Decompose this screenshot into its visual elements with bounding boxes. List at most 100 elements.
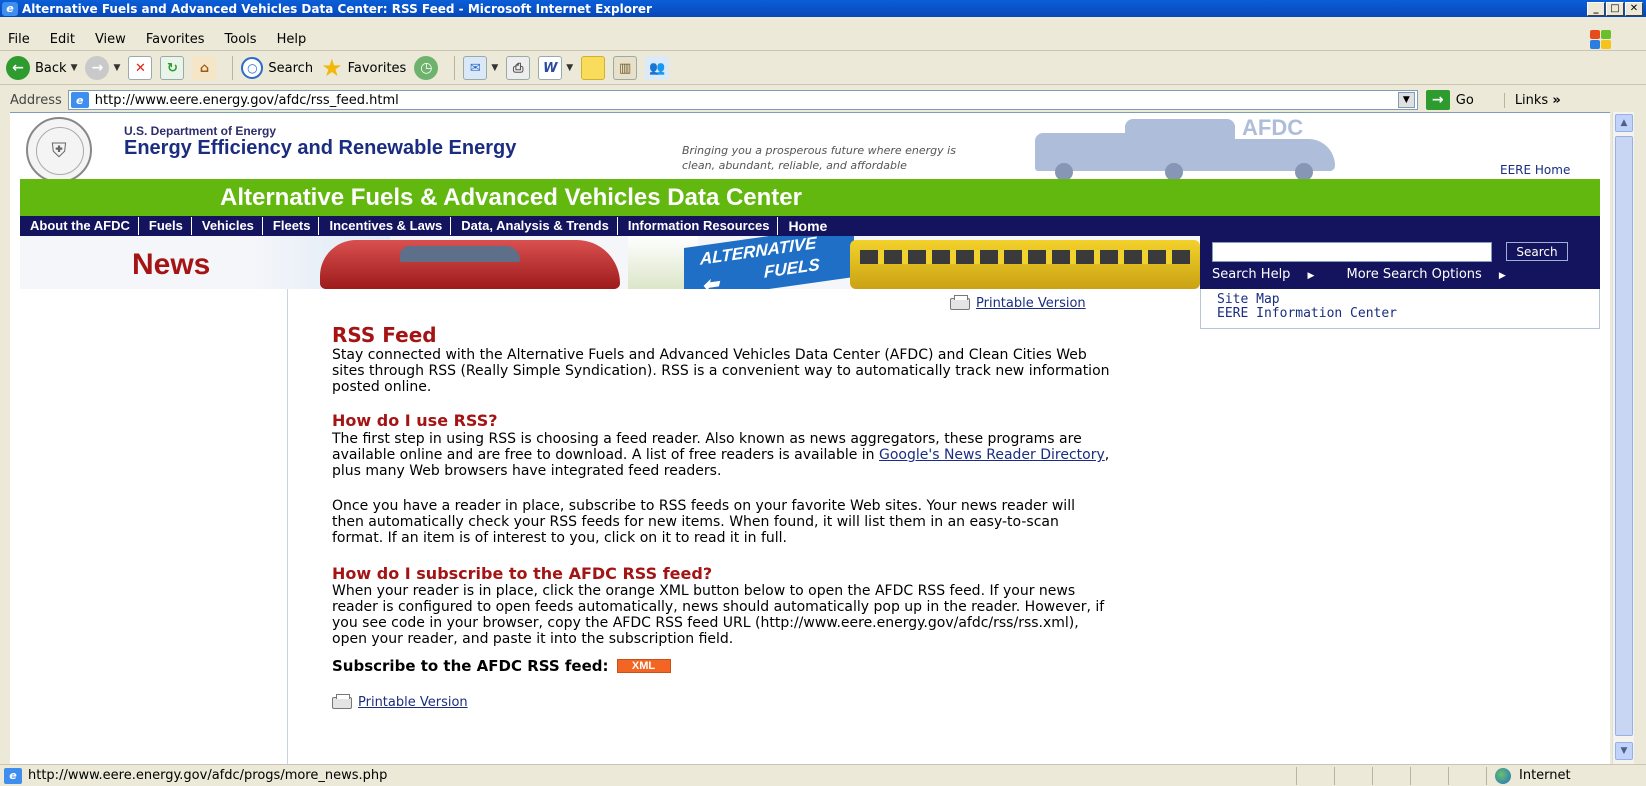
more-options-label: More Search Options <box>1346 267 1482 282</box>
section-title: News <box>132 248 211 281</box>
research-icon[interactable]: ▥ <box>613 56 638 80</box>
menu-favorites[interactable]: Favorites <box>138 32 217 47</box>
nav-about[interactable]: About the AFDC <box>20 217 139 235</box>
menu-bar: File Edit View Favorites Tools Help <box>0 28 1646 51</box>
search-button[interactable]: ○ Search <box>241 57 313 79</box>
menu-view[interactable]: View <box>87 32 138 47</box>
nav-fleets[interactable]: Fleets <box>263 217 320 235</box>
nav-home[interactable]: Home <box>778 217 836 235</box>
tagline-line: clean, abundant, reliable, and affordabl… <box>682 159 907 172</box>
nav-data[interactable]: Data, Analysis & Trends <box>451 217 618 235</box>
address-url[interactable]: http://www.eere.energy.gov/afdc/rss_feed… <box>95 93 1398 108</box>
site-map-link[interactable]: Site Map <box>1217 293 1599 307</box>
stop-icon[interactable]: ✕ <box>128 56 153 80</box>
toolbar: ← Back ▼ → ▼ ✕ ↻ ⌂ ○ Search ★ Favorites … <box>0 52 1646 85</box>
title-bar: e Alternative Fuels and Advanced Vehicle… <box>0 0 1646 17</box>
text-line: reader is configured to open feeds autom… <box>332 599 1105 615</box>
text-line: The first step in using RSS is choosing … <box>332 431 1082 447</box>
ie-logo-icon: e <box>2 1 18 16</box>
back-label: Back <box>35 60 67 76</box>
status-cell <box>1410 766 1448 785</box>
search-help-link[interactable]: Search Help ▶ <box>1212 267 1328 282</box>
news-banner: News ALTERNATIVE ⬅ FUELS <box>20 236 1200 289</box>
address-bar: Address e http://www.eere.energy.gov/afd… <box>0 88 1646 112</box>
refresh-icon[interactable]: ↻ <box>160 56 185 80</box>
scroll-down-arrow-icon[interactable]: ▼ <box>1615 742 1633 760</box>
globe-icon <box>1495 767 1511 784</box>
menu-tools[interactable]: Tools <box>217 32 269 47</box>
printable-version-link[interactable]: Printable Version <box>976 296 1086 311</box>
xml-feed-button[interactable]: XML <box>616 659 671 673</box>
google-news-reader-link[interactable]: Google's News Reader Directory <box>879 447 1105 463</box>
favorites-button[interactable]: ★ Favorites <box>321 56 406 80</box>
afdc-logo: AFDC <box>1242 115 1304 140</box>
go-arrow-icon: → <box>1425 90 1450 110</box>
print-icon[interactable]: ⎙ <box>506 56 531 80</box>
text-line: When your reader is in place, click the … <box>332 583 1076 599</box>
links-button[interactable]: Links » <box>1503 92 1561 108</box>
home-icon[interactable]: ⌂ <box>192 56 217 80</box>
edit-dropdown-icon[interactable]: ▼ <box>566 63 573 73</box>
address-input[interactable]: e http://www.eere.energy.gov/afdc/rss_fe… <box>67 90 1418 110</box>
address-dropdown-icon[interactable]: ▼ <box>1397 92 1415 108</box>
toolbar-separator <box>454 56 456 80</box>
text-line: available online and are free to downloa… <box>332 447 1462 463</box>
triangle-right-icon: ▶ <box>1498 271 1506 281</box>
more-search-options-link[interactable]: More Search Options ▶ <box>1347 267 1520 282</box>
back-dropdown-icon[interactable]: ▼ <box>71 63 78 73</box>
mail-button[interactable]: ✉ ▼ <box>463 56 498 80</box>
sign-arrow-icon: ⬅ <box>702 273 719 289</box>
page-icon: e <box>70 92 89 108</box>
left-column <box>20 289 288 764</box>
minimize-button[interactable]: _ <box>1587 1 1605 16</box>
eere-home-link[interactable]: EERE Home <box>1500 163 1570 177</box>
site-search-button[interactable]: Search <box>1506 242 1568 261</box>
text-line: format. If an item is of interest to you… <box>332 530 787 546</box>
vertical-scrollbar[interactable]: ▲ ▼ <box>1612 112 1634 764</box>
back-arrow-icon: ← <box>6 56 30 80</box>
edit-button[interactable]: W ▼ <box>538 56 573 80</box>
site-title[interactable]: Alternative Fuels & Advanced Vehicles Da… <box>220 184 802 212</box>
zone-label: Internet <box>1519 768 1571 783</box>
scroll-up-arrow-icon[interactable]: ▲ <box>1615 114 1633 132</box>
back-button[interactable]: ← Back ▼ <box>6 56 77 80</box>
site-search-input[interactable] <box>1212 242 1492 262</box>
search-help-label: Search Help <box>1212 267 1291 282</box>
scrollbar-thumb[interactable] <box>1615 136 1633 736</box>
search-links: Search Help ▶ More Search Options ▶ <box>1212 267 1534 282</box>
tagline-line: Bringing you a prosperous future where e… <box>682 144 956 157</box>
page-title: RSS Feed <box>332 323 437 347</box>
go-button[interactable]: → Go <box>1425 90 1474 110</box>
discuss-icon[interactable] <box>581 56 606 80</box>
nav-vehicles[interactable]: Vehicles <box>192 217 263 235</box>
messenger-icon[interactable]: 👥 <box>645 56 670 80</box>
word-edit-icon: W <box>538 56 563 80</box>
close-button[interactable]: ✕ <box>1625 1 1643 16</box>
text-segment: available online and are free to downloa… <box>332 447 879 463</box>
info-center-link[interactable]: EERE Information Center <box>1217 307 1599 321</box>
maximize-button[interactable]: □ <box>1606 1 1624 16</box>
history-icon[interactable]: ◷ <box>414 56 439 80</box>
eere-name[interactable]: Energy Efficiency and Renewable Energy <box>124 137 516 160</box>
mail-dropdown-icon[interactable]: ▼ <box>491 63 498 73</box>
printable-version-link[interactable]: Printable Version <box>358 695 468 710</box>
doe-name: U.S. Department of Energy <box>124 124 277 138</box>
browser-window: e Alternative Fuels and Advanced Vehicle… <box>0 0 1646 786</box>
menu-help[interactable]: Help <box>269 32 319 47</box>
alt-fuels-sign-graphic: ALTERNATIVE ⬅ FUELS <box>684 236 854 289</box>
printable-version-bottom[interactable]: Printable Version <box>332 693 468 710</box>
nav-incentives[interactable]: Incentives & Laws <box>319 217 452 235</box>
afdc-vehicles-graphic <box>1035 113 1355 181</box>
forward-button[interactable]: → ▼ <box>85 56 120 80</box>
nav-info[interactable]: Information Resources <box>618 217 779 235</box>
menu-file[interactable]: File <box>0 32 42 47</box>
forward-dropdown-icon[interactable]: ▼ <box>113 63 120 73</box>
printer-icon <box>950 294 970 310</box>
nav-fuels[interactable]: Fuels <box>139 217 192 235</box>
text-line: you see code in your browser, copy the A… <box>332 615 1079 631</box>
printable-version-top[interactable]: Printable Version <box>950 294 1086 311</box>
triangle-right-icon: ▶ <box>1307 271 1315 281</box>
windows-logo-icon <box>1586 28 1616 50</box>
menu-edit[interactable]: Edit <box>42 32 87 47</box>
search-label: Search <box>268 60 314 76</box>
